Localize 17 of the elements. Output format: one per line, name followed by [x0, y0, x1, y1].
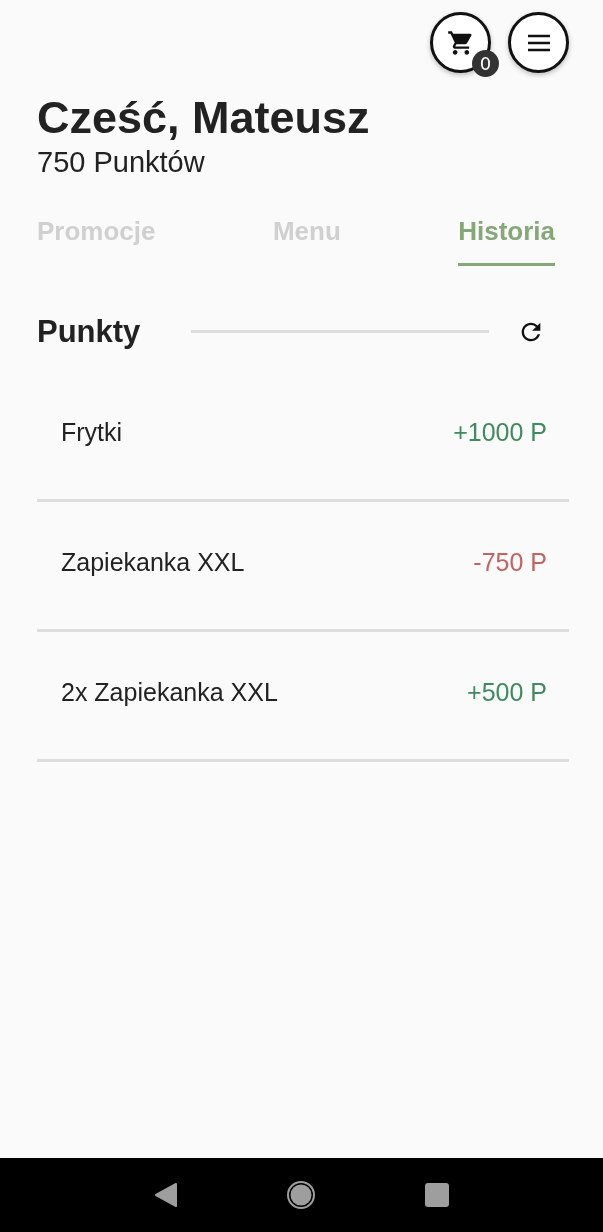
- history-item-name: Zapiekanka XXL: [61, 547, 245, 577]
- points-amount: +500 P: [467, 677, 547, 707]
- cart-button[interactable]: [430, 12, 491, 73]
- menu-icon: [525, 32, 552, 53]
- points-balance: 750 Punktów: [37, 145, 206, 180]
- recents-icon[interactable]: [424, 1183, 449, 1207]
- tab[interactable]: Historia: [458, 215, 555, 266]
- menu-button[interactable]: [508, 12, 569, 73]
- home-icon[interactable]: [286, 1180, 317, 1210]
- history-item-name: Frytki: [61, 417, 123, 447]
- back-icon[interactable]: [154, 1182, 179, 1208]
- section-title: Punkty: [37, 313, 142, 350]
- points-amount: -750 P: [473, 547, 547, 577]
- cart-count-badge: 0: [472, 50, 499, 77]
- greeting-title: Cześć, Mateusz: [37, 91, 371, 145]
- history-item-name: 2x Zapiekanka XXL: [61, 677, 278, 707]
- points-amount: +1000 P: [453, 417, 547, 447]
